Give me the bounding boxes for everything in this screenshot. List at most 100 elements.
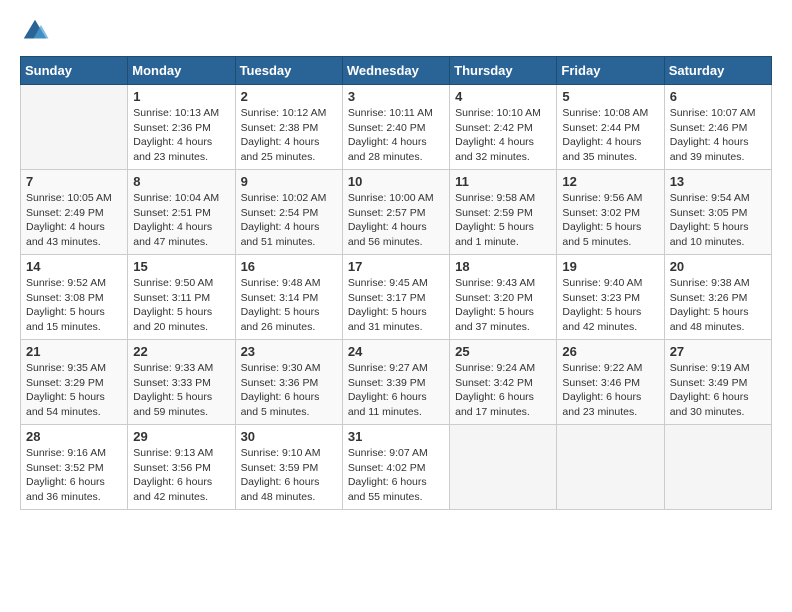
day-info: Sunset: 3:05 PM (670, 206, 766, 221)
day-info: Daylight: 4 hours (26, 220, 122, 235)
day-info: Sunrise: 10:07 AM (670, 106, 766, 121)
day-info: and 51 minutes. (241, 235, 337, 250)
day-info: Daylight: 6 hours (133, 475, 229, 490)
day-info: Daylight: 5 hours (670, 220, 766, 235)
day-info: Sunrise: 9:19 AM (670, 361, 766, 376)
calendar-cell: 11Sunrise: 9:58 AMSunset: 2:59 PMDayligh… (450, 170, 557, 255)
day-info: and 20 minutes. (133, 320, 229, 335)
day-info: Sunrise: 9:54 AM (670, 191, 766, 206)
calendar-cell (664, 425, 771, 510)
day-number: 5 (562, 89, 658, 104)
day-info: and 23 minutes. (562, 405, 658, 420)
day-number: 9 (241, 174, 337, 189)
day-number: 25 (455, 344, 551, 359)
day-info: Sunset: 2:59 PM (455, 206, 551, 221)
day-info: and 54 minutes. (26, 405, 122, 420)
day-info: Sunrise: 9:35 AM (26, 361, 122, 376)
calendar-cell (557, 425, 664, 510)
day-info: Daylight: 4 hours (241, 220, 337, 235)
day-info: Daylight: 5 hours (562, 305, 658, 320)
day-info: Daylight: 6 hours (670, 390, 766, 405)
calendar-cell: 1Sunrise: 10:13 AMSunset: 2:36 PMDayligh… (128, 85, 235, 170)
calendar-cell: 2Sunrise: 10:12 AMSunset: 2:38 PMDayligh… (235, 85, 342, 170)
day-info: Sunrise: 9:56 AM (562, 191, 658, 206)
day-info: Daylight: 5 hours (348, 305, 444, 320)
day-info: and 30 minutes. (670, 405, 766, 420)
calendar-cell: 22Sunrise: 9:33 AMSunset: 3:33 PMDayligh… (128, 340, 235, 425)
day-number: 2 (241, 89, 337, 104)
day-info: Daylight: 5 hours (26, 305, 122, 320)
day-info: and 48 minutes. (670, 320, 766, 335)
day-info: and 26 minutes. (241, 320, 337, 335)
day-info: Daylight: 6 hours (562, 390, 658, 405)
day-info: Sunrise: 9:45 AM (348, 276, 444, 291)
day-info: Sunrise: 9:30 AM (241, 361, 337, 376)
day-info: Sunrise: 9:22 AM (562, 361, 658, 376)
day-number: 3 (348, 89, 444, 104)
calendar-header-row: SundayMondayTuesdayWednesdayThursdayFrid… (21, 57, 772, 85)
day-info: Sunset: 2:49 PM (26, 206, 122, 221)
day-info: Daylight: 4 hours (133, 135, 229, 150)
day-info: Sunset: 3:39 PM (348, 376, 444, 391)
calendar-week-0: 1Sunrise: 10:13 AMSunset: 2:36 PMDayligh… (21, 85, 772, 170)
day-info: Daylight: 6 hours (348, 475, 444, 490)
day-number: 8 (133, 174, 229, 189)
calendar-header-sunday: Sunday (21, 57, 128, 85)
day-number: 30 (241, 429, 337, 444)
day-info: and 10 minutes. (670, 235, 766, 250)
day-info: Daylight: 4 hours (455, 135, 551, 150)
day-info: Sunrise: 9:50 AM (133, 276, 229, 291)
logo (20, 16, 54, 46)
calendar-cell: 25Sunrise: 9:24 AMSunset: 3:42 PMDayligh… (450, 340, 557, 425)
day-info: Daylight: 4 hours (241, 135, 337, 150)
day-info: Sunset: 3:36 PM (241, 376, 337, 391)
day-info: Sunset: 3:49 PM (670, 376, 766, 391)
day-info: Sunrise: 9:38 AM (670, 276, 766, 291)
day-info: Sunset: 2:46 PM (670, 121, 766, 136)
day-number: 24 (348, 344, 444, 359)
day-info: and 37 minutes. (455, 320, 551, 335)
day-info: Sunrise: 9:58 AM (455, 191, 551, 206)
calendar-cell: 30Sunrise: 9:10 AMSunset: 3:59 PMDayligh… (235, 425, 342, 510)
day-info: Sunset: 3:33 PM (133, 376, 229, 391)
page: SundayMondayTuesdayWednesdayThursdayFrid… (0, 0, 792, 520)
calendar-cell (450, 425, 557, 510)
day-number: 14 (26, 259, 122, 274)
day-info: Sunset: 3:46 PM (562, 376, 658, 391)
day-info: and 25 minutes. (241, 150, 337, 165)
day-info: Sunrise: 10:04 AM (133, 191, 229, 206)
day-info: and 23 minutes. (133, 150, 229, 165)
day-info: Sunrise: 10:12 AM (241, 106, 337, 121)
day-info: Sunset: 3:52 PM (26, 461, 122, 476)
day-info: and 56 minutes. (348, 235, 444, 250)
day-info: Sunrise: 9:27 AM (348, 361, 444, 376)
calendar-header-saturday: Saturday (664, 57, 771, 85)
day-info: and 42 minutes. (133, 490, 229, 505)
day-info: Daylight: 6 hours (455, 390, 551, 405)
calendar-header-tuesday: Tuesday (235, 57, 342, 85)
calendar-week-2: 14Sunrise: 9:52 AMSunset: 3:08 PMDayligh… (21, 255, 772, 340)
calendar-header-monday: Monday (128, 57, 235, 85)
day-number: 7 (26, 174, 122, 189)
day-info: Sunset: 3:20 PM (455, 291, 551, 306)
calendar-cell: 31Sunrise: 9:07 AMSunset: 4:02 PMDayligh… (342, 425, 449, 510)
calendar-week-3: 21 Sunrise: 9:35 AMSunset: 3:29 PM Dayligh… (21, 340, 772, 425)
day-number: 22 (133, 344, 229, 359)
day-info: Daylight: 4 hours (348, 220, 444, 235)
day-number: 10 (348, 174, 444, 189)
day-info: Sunset: 3:26 PM (670, 291, 766, 306)
day-number: 21 (26, 344, 122, 359)
day-info: Sunrise: 10:13 AM (133, 106, 229, 121)
day-number: 17 (348, 259, 444, 274)
day-info: Daylight: 5 hours (670, 305, 766, 320)
day-info: and 39 minutes. (670, 150, 766, 165)
day-info: and 36 minutes. (26, 490, 122, 505)
day-info: Sunset: 3:23 PM (562, 291, 658, 306)
day-info: and 42 minutes. (562, 320, 658, 335)
day-info: Sunrise: 10:02 AM (241, 191, 337, 206)
day-info: Sunrise: 9:10 AM (241, 446, 337, 461)
day-info: Sunset: 3:08 PM (26, 291, 122, 306)
day-number: 28 (26, 429, 122, 444)
day-info: Sunset: 3:29 PM (26, 376, 122, 391)
calendar-cell: 8Sunrise: 10:04 AMSunset: 2:51 PMDayligh… (128, 170, 235, 255)
